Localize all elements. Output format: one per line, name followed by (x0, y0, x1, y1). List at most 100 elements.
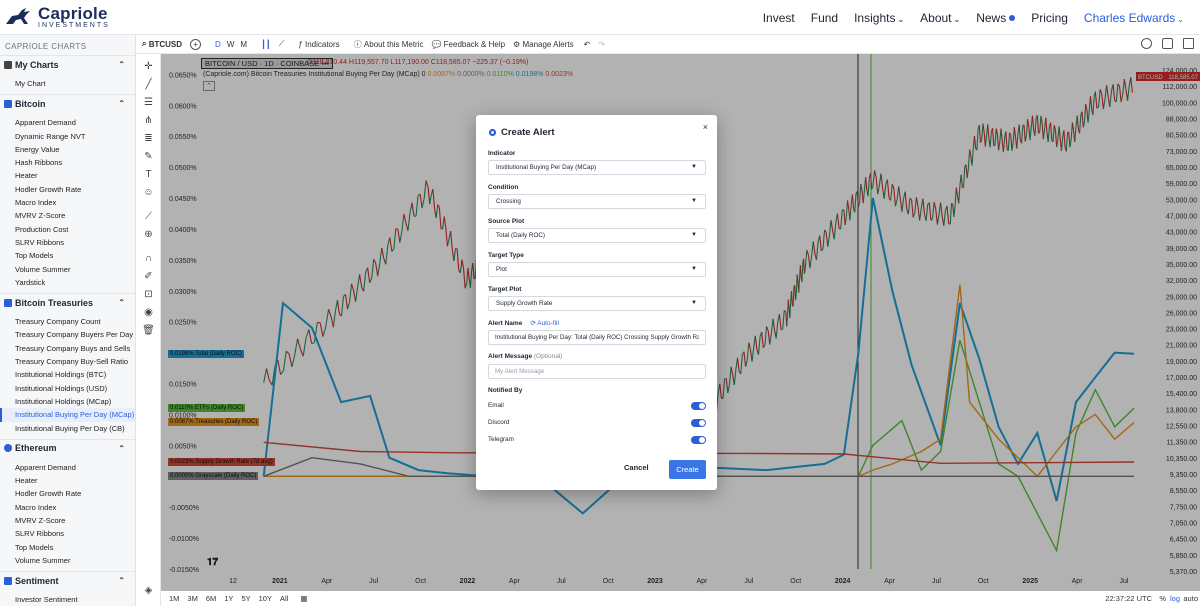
autofill-link[interactable]: ⟳ Auto-fill (530, 320, 559, 327)
sidebar-item[interactable]: Yardstick (0, 276, 135, 289)
sidebar-item[interactable]: Top Models (0, 249, 135, 262)
sidebar-item[interactable]: Volume Summer (0, 263, 135, 276)
lock-icon[interactable]: ⊡ (142, 288, 155, 301)
target-plot-select[interactable]: Supply Growth Rate ▼ (488, 296, 706, 311)
pitchfork-icon[interactable]: ⋔ (142, 114, 155, 127)
range-1m[interactable]: 1M (169, 594, 179, 603)
indicator-select[interactable]: Institutional Buying Per Day (MCap) ▼ (488, 160, 706, 175)
sidebar-item[interactable]: Heater (0, 169, 135, 182)
feedback-button[interactable]: 💬 Feedback & Help (431, 40, 505, 49)
resolution-m[interactable]: M (240, 40, 247, 49)
trash-icon[interactable]: 🗑 (142, 324, 155, 337)
nav-about[interactable]: About ⌄ (920, 11, 960, 25)
sidebar-item[interactable]: Macro Index (0, 501, 135, 514)
chevron-up-icon[interactable]: ⌃ (118, 444, 125, 453)
range-10y[interactable]: 10Y (259, 594, 272, 603)
candle-type-button[interactable]: ┃┃ (261, 40, 271, 49)
close-icon[interactable]: × (703, 122, 708, 132)
sidebar-section-ethereum[interactable]: Ethereum ⌃ (0, 438, 135, 457)
eye-icon[interactable]: ◉ (142, 306, 155, 319)
range-5y[interactable]: 5Y (241, 594, 250, 603)
crosshair-icon[interactable]: ✛ (142, 60, 155, 73)
sidebar-item[interactable]: Institutional Holdings (MCap) (0, 395, 135, 408)
sidebar-item[interactable]: Institutional Holdings (BTC) (0, 368, 135, 381)
sidebar-item[interactable]: Energy Value (0, 143, 135, 156)
sidebar-item[interactable]: Hash Ribbons (0, 156, 135, 169)
about-metric-button[interactable]: ⓘ About this Metric (354, 39, 424, 50)
cancel-button[interactable]: Cancel (624, 463, 649, 472)
sidebar-item[interactable]: Institutional Buying Per Day (CB) (0, 422, 135, 435)
nav-news[interactable]: News (976, 11, 1016, 25)
alert-name-input[interactable] (488, 330, 706, 345)
magnet-icon[interactable]: ∩ (142, 252, 155, 265)
sidebar-section-my-charts[interactable]: My Charts ⌃ (0, 55, 135, 73)
sidebar-item[interactable]: Institutional Buying Per Day (MCap) (0, 408, 135, 422)
sidebar-item[interactable]: My Chart (0, 77, 135, 90)
log-toggle[interactable]: log (1170, 594, 1180, 603)
sidebar-item[interactable]: Hodler Growth Rate (0, 183, 135, 196)
sidebar-item[interactable]: Heater (0, 474, 135, 487)
sidebar-item[interactable]: Production Cost (0, 223, 135, 236)
chevron-up-icon[interactable]: ⌃ (118, 60, 125, 69)
sidebar-item[interactable]: Hodler Growth Rate (0, 487, 135, 500)
calendar-icon[interactable]: ▦ (300, 594, 307, 603)
range-6m[interactable]: 6M (206, 594, 216, 603)
sidebar-item[interactable]: MVRV Z-Score (0, 209, 135, 222)
emoji-icon[interactable]: ☺ (142, 186, 155, 199)
undo-button[interactable]: ↶ (584, 40, 591, 49)
range-3m[interactable]: 3M (187, 594, 197, 603)
sidebar-item[interactable]: SLRV Ribbons (0, 236, 135, 249)
settings-icon[interactable] (1141, 38, 1152, 49)
indicators-button[interactable]: ƒ Indicators (298, 40, 339, 49)
camera-icon[interactable] (1162, 38, 1173, 49)
fullscreen-icon[interactable] (1183, 38, 1194, 49)
sidebar-item[interactable]: Investor Sentiment (0, 593, 135, 606)
email-toggle[interactable] (691, 402, 706, 410)
create-button[interactable]: Create (669, 460, 706, 479)
sidebar-section-bitcoin-treasuries[interactable]: Bitcoin Treasuries ⌃ (0, 293, 135, 311)
brush-icon[interactable]: ✎ (142, 150, 155, 163)
ruler-icon[interactable]: ⟋ (142, 210, 155, 223)
symbol-search[interactable]: ⌕ BTCUSD (142, 39, 182, 49)
redo-button[interactable]: ↷ (598, 40, 605, 49)
alert-message-input[interactable] (488, 364, 706, 379)
percent-toggle[interactable]: % (1159, 594, 1166, 603)
nav-insights[interactable]: Insights ⌄ (854, 11, 904, 25)
chevron-up-icon[interactable]: ⌃ (118, 99, 125, 108)
zoom-in-icon[interactable]: ⊕ (142, 228, 155, 241)
range-1y[interactable]: 1Y (224, 594, 233, 603)
sidebar-item[interactable]: Treasury Company Buy-Sell Ratio (0, 355, 135, 368)
sidebar-section-bitcoin[interactable]: Bitcoin ⌃ (0, 94, 135, 112)
condition-select[interactable]: Crossing ▼ (488, 194, 706, 209)
resolution-w[interactable]: W (227, 40, 235, 49)
fib-retracement-icon[interactable]: ≣ (142, 132, 155, 145)
sidebar-item[interactable]: SLRV Ribbons (0, 527, 135, 540)
resolution-d[interactable]: D (215, 40, 221, 49)
nav-pricing[interactable]: Pricing (1031, 11, 1068, 25)
sidebar-item[interactable]: MVRV Z-Score (0, 514, 135, 527)
brand-logo[interactable]: Capriole INVESTMENTS (4, 5, 110, 29)
sidebar-section-sentiment[interactable]: Sentiment ⌃ (0, 571, 135, 589)
nav-fund[interactable]: Fund (811, 11, 838, 25)
manage-alerts-button[interactable]: ⚙ Manage Alerts (513, 40, 574, 49)
sidebar-item[interactable]: Treasury Company Buyers Per Day (0, 328, 135, 341)
utc-clock[interactable]: 22:37:22 UTC (1105, 594, 1152, 603)
telegram-toggle[interactable] (691, 436, 706, 444)
chevron-up-icon[interactable]: ⌃ (118, 298, 125, 307)
chevron-up-icon[interactable]: ⌃ (118, 576, 125, 585)
layers-icon[interactable]: ◈ (142, 584, 155, 597)
compare-button[interactable]: ⟋ (279, 39, 285, 49)
trendline-icon[interactable]: ╱ (142, 78, 155, 91)
target-type-select[interactable]: Plot ▼ (488, 262, 706, 277)
source-plot-select[interactable]: Total (Daily ROC) ▼ (488, 228, 706, 243)
sidebar-item[interactable]: Apparent Demand (0, 116, 135, 129)
sidebar-item[interactable]: Macro Index (0, 196, 135, 209)
sidebar-item[interactable]: Treasury Company Buys and Sells (0, 342, 135, 355)
sidebar-item[interactable]: Volume Summer (0, 554, 135, 567)
range-all[interactable]: All (280, 594, 288, 603)
add-symbol-button[interactable]: + (190, 38, 202, 50)
text-tool-icon[interactable]: T (142, 168, 155, 181)
nav-invest[interactable]: Invest (763, 11, 795, 25)
sidebar-item[interactable]: Treasury Company Count (0, 315, 135, 328)
discord-toggle[interactable] (691, 419, 706, 427)
